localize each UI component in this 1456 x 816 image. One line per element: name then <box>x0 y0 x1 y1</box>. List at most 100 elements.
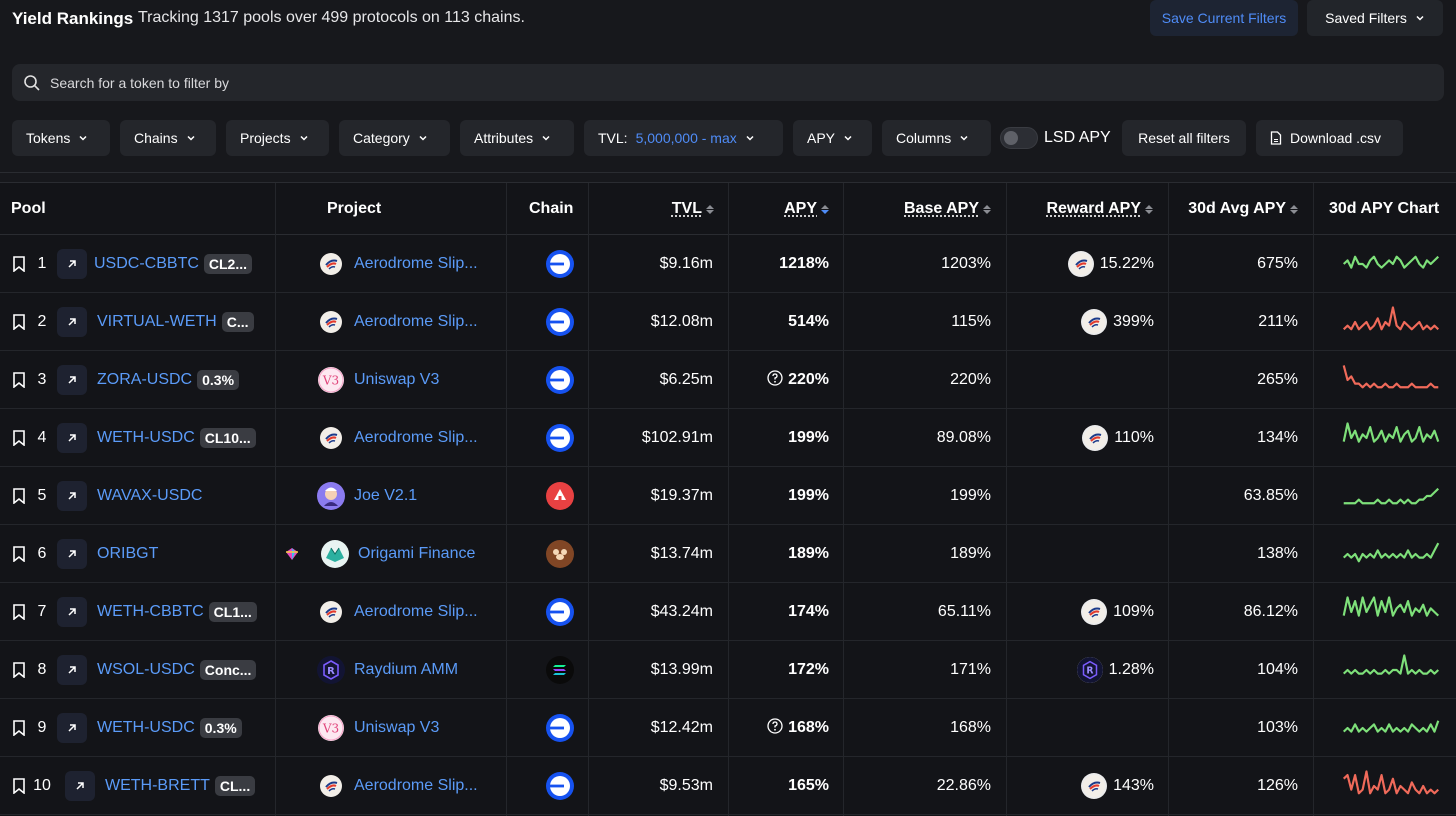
external-link-icon[interactable] <box>57 365 87 395</box>
project-name-link[interactable]: Joe V2.1 <box>354 487 417 505</box>
table-row[interactable]: 10 WETH-BRETT CL... Aerodrome Slip... $9… <box>0 757 1456 815</box>
apy-cell: 168% <box>730 699 829 757</box>
apy-filter-button[interactable]: APY <box>793 120 872 156</box>
col-apy-header[interactable]: APY <box>730 183 829 235</box>
base-chain-icon[interactable] <box>546 714 574 742</box>
pool-name-link[interactable]: WETH-CBBTC <box>97 603 204 621</box>
apy-sparkline-chart <box>1339 583 1443 641</box>
external-link-icon[interactable] <box>57 481 87 511</box>
columns-filter-button[interactable]: Columns <box>882 120 991 156</box>
table-row[interactable]: 8 WSOL-USDC Conc... R Raydium AMM $13.99… <box>0 641 1456 699</box>
bookmark-icon[interactable] <box>12 778 26 799</box>
external-link-icon[interactable] <box>57 713 87 743</box>
token-search-bar[interactable] <box>12 64 1444 101</box>
pool-name-link[interactable]: ORIBGT <box>97 545 158 563</box>
base-chain-icon[interactable] <box>546 598 574 626</box>
base-chain-icon[interactable] <box>546 772 574 800</box>
col-base-apy-header[interactable]: Base APY <box>850 183 991 235</box>
external-link-icon[interactable] <box>57 423 87 453</box>
attributes-filter-button[interactable]: Attributes <box>460 120 574 156</box>
pool-name-link[interactable]: WSOL-USDC <box>97 661 195 679</box>
download-csv-button[interactable]: Download .csv <box>1256 120 1403 156</box>
table-row[interactable]: 3 ZORA-USDC 0.3% V3 Uniswap V3 $6.25m 22… <box>0 351 1456 409</box>
external-link-icon[interactable] <box>57 249 87 279</box>
reset-filters-button[interactable]: Reset all filters <box>1122 120 1246 156</box>
chevron-down-icon <box>843 133 853 143</box>
sol-chain-icon[interactable] <box>546 656 574 684</box>
avax-chain-icon[interactable] <box>546 482 574 510</box>
help-circle-icon[interactable] <box>767 370 783 391</box>
project-cell: V3 Uniswap V3 <box>317 351 439 409</box>
pool-name-link[interactable]: ZORA-USDC <box>97 371 192 389</box>
pool-cell: VIRTUAL-WETH C... <box>97 293 254 351</box>
external-link-icon[interactable] <box>65 771 95 801</box>
col-avg30-header[interactable]: 30d Avg APY <box>1172 183 1298 235</box>
project-name-link[interactable]: Aerodrome Slip... <box>354 603 478 621</box>
sparkline-svg <box>1339 766 1443 806</box>
project-name-link[interactable]: Aerodrome Slip... <box>354 313 478 331</box>
base-chain-icon[interactable] <box>546 250 574 278</box>
pool-name-link[interactable]: WETH-USDC <box>97 429 195 447</box>
table-row[interactable]: 5 WAVAX-USDC Joe V2.1 $19.37m 199% 199% <box>0 467 1456 525</box>
external-link-icon[interactable] <box>57 597 87 627</box>
reward-apy-value: 15.22% <box>1100 255 1154 273</box>
bookmark-icon[interactable] <box>12 430 26 451</box>
bookmark-icon[interactable] <box>12 662 26 683</box>
project-name-link[interactable]: Uniswap V3 <box>354 719 439 737</box>
table-row[interactable]: 6 ORIBGT Origami Finance $13.74m 189% 18… <box>0 525 1456 583</box>
project-name-link[interactable]: Origami Finance <box>358 545 475 563</box>
sparkline-svg <box>1339 476 1443 516</box>
bookmark-icon[interactable] <box>12 720 26 741</box>
external-link-icon[interactable] <box>57 539 87 569</box>
sparkline-line <box>1344 597 1439 615</box>
chains-filter-button[interactable]: Chains <box>120 120 216 156</box>
base-chain-icon[interactable] <box>546 366 574 394</box>
col-pool-header[interactable]: Pool <box>11 183 46 235</box>
pool-name-link[interactable]: WAVAX-USDC <box>97 487 202 505</box>
table-row[interactable]: 9 WETH-USDC 0.3% V3 Uniswap V3 $12.42m 1… <box>0 699 1456 757</box>
project-name-link[interactable]: Raydium AMM <box>354 661 458 679</box>
bera-chain-icon[interactable] <box>546 540 574 568</box>
table-row[interactable]: 1 USDC-CBBTC CL2... Aerodrome Slip... $9… <box>0 235 1456 293</box>
external-link-icon[interactable] <box>57 655 87 685</box>
table-row[interactable]: 2 VIRTUAL-WETH C... Aerodrome Slip... $1… <box>0 293 1456 351</box>
project-name-link[interactable]: Uniswap V3 <box>354 371 439 389</box>
attributes-filter-label: Attributes <box>474 130 533 146</box>
saved-filters-dropdown[interactable]: Saved Filters <box>1307 0 1443 36</box>
help-circle-icon[interactable] <box>767 718 783 739</box>
project-name-link[interactable]: Aerodrome Slip... <box>354 255 478 273</box>
svg-text:R: R <box>1086 666 1093 677</box>
base-chain-icon[interactable] <box>546 308 574 336</box>
lsd-apy-toggle[interactable] <box>1000 127 1038 149</box>
category-filter-button[interactable]: Category <box>339 120 450 156</box>
bookmark-icon[interactable] <box>12 604 26 625</box>
project-name-link[interactable]: Aerodrome Slip... <box>354 429 478 447</box>
external-link-icon[interactable] <box>57 307 87 337</box>
col-reward-apy-header[interactable]: Reward APY <box>1010 183 1153 235</box>
bookmark-icon[interactable] <box>12 488 26 509</box>
col-project-header[interactable]: Project <box>327 183 381 235</box>
pool-name-link[interactable]: WETH-USDC <box>97 719 195 737</box>
table-row[interactable]: 4 WETH-USDC CL10... Aerodrome Slip... $1… <box>0 409 1456 467</box>
bookmark-icon[interactable] <box>12 546 26 567</box>
bookmark-icon[interactable] <box>12 372 26 393</box>
tvl-filter-button[interactable]: TVL: 5,000,000 - max <box>584 120 783 156</box>
avg30-apy-value: 211% <box>1172 293 1298 351</box>
pool-name-link[interactable]: USDC-CBBTC <box>94 255 199 273</box>
project-name-link[interactable]: Aerodrome Slip... <box>354 777 478 795</box>
bookmark-icon[interactable] <box>12 256 26 277</box>
lsd-apy-label: LSD APY <box>1044 129 1111 147</box>
col-tvl-header[interactable]: TVL <box>600 183 714 235</box>
search-input[interactable] <box>50 75 1350 91</box>
col-chain-header[interactable]: Chain <box>529 183 573 235</box>
table-row[interactable]: 7 WETH-CBBTC CL1... Aerodrome Slip... $4… <box>0 583 1456 641</box>
bookmark-icon[interactable] <box>12 314 26 335</box>
base-chain-icon[interactable] <box>546 424 574 452</box>
tokens-filter-button[interactable]: Tokens <box>12 120 110 156</box>
projects-filter-button[interactable]: Projects <box>226 120 329 156</box>
reward-apy-cell: 110% <box>1010 409 1154 467</box>
pool-name-link[interactable]: WETH-BRETT <box>105 777 210 795</box>
pool-name-link[interactable]: VIRTUAL-WETH <box>97 313 217 331</box>
save-current-filters-button[interactable]: Save Current Filters <box>1150 0 1298 36</box>
reward-apy-cell: 15.22% <box>1010 235 1154 293</box>
